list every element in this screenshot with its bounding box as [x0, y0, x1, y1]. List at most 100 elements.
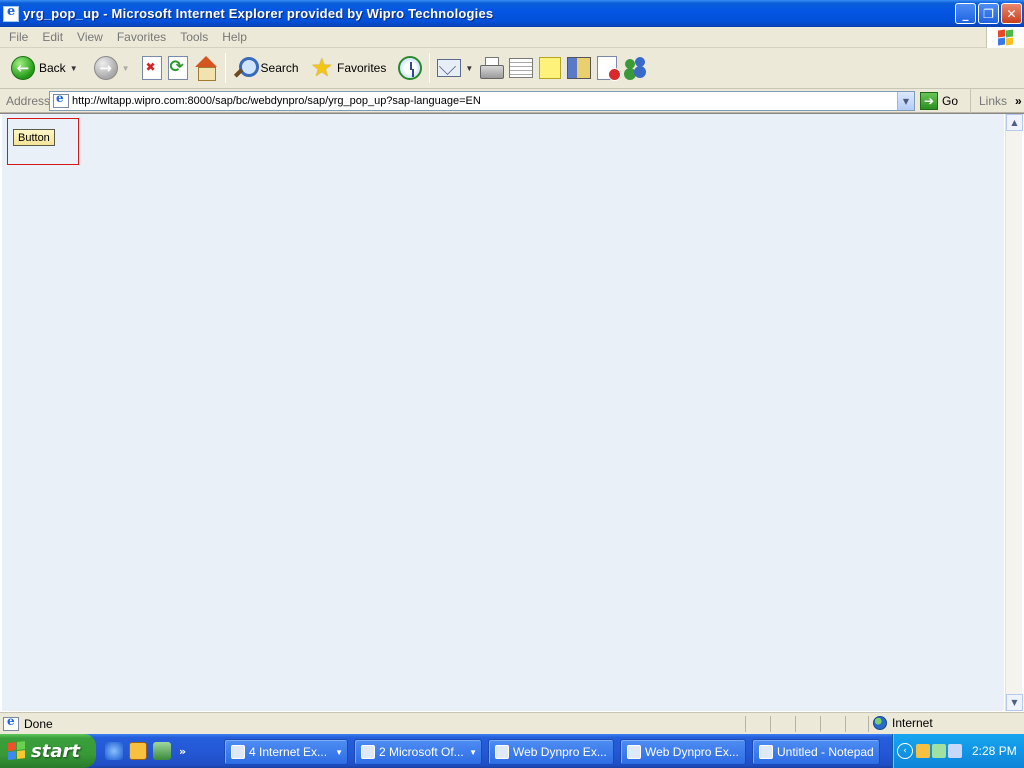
status-text: Done [24, 716, 53, 731]
scroll-up-icon[interactable]: ▲ [1006, 114, 1023, 131]
favorites-button[interactable]: ★ Favorites [308, 51, 390, 85]
clock-app-icon[interactable] [129, 742, 147, 760]
task-notepad[interactable]: Untitled - Notepad [752, 739, 880, 765]
go-arrow-icon: ➔ [920, 92, 938, 110]
task-internet-explorer[interactable]: 4 Internet Ex... ▼ [224, 739, 348, 765]
links-toolbar[interactable]: Links » [970, 89, 1022, 113]
display-tray-icon[interactable] [948, 744, 962, 758]
web-page: Button [2, 114, 1004, 711]
history-icon [398, 56, 423, 80]
minimize-button[interactable]: _ [955, 3, 976, 24]
history-button[interactable] [395, 51, 425, 85]
status-divider [845, 716, 846, 732]
edit-page-button[interactable] [506, 51, 536, 85]
menu-tools[interactable]: Tools [173, 30, 215, 44]
address-url[interactable]: http://wltapp.wipro.com:8000/sap/bc/webd… [72, 95, 481, 107]
menu-view[interactable]: View [70, 30, 110, 44]
window-controls: _ ❐ ✕ [955, 3, 1022, 24]
messenger-button[interactable] [620, 51, 652, 85]
links-label: Links [979, 94, 1008, 108]
menu-help[interactable]: Help [215, 30, 254, 44]
block-page-icon [597, 56, 622, 81]
address-bar: Address http://wltapp.wipro.com:8000/sap… [0, 89, 1024, 113]
taskbar-clock[interactable]: 2:28 PM [972, 744, 1017, 758]
task-dropdown-icon: ▼ [335, 747, 343, 757]
task-web-dynpro-1[interactable]: Web Dynpro Ex... [488, 739, 614, 765]
address-dropdown-icon[interactable]: ▼ [897, 92, 914, 110]
stop-button[interactable] [139, 51, 165, 85]
security-zone: Internet [873, 716, 933, 730]
task-label: Web Dynpro Ex... [645, 745, 739, 759]
window-task-icon [627, 745, 641, 759]
window-task-icon [495, 745, 509, 759]
quicklaunch-more-icon[interactable]: » [179, 745, 186, 758]
favorites-label: Favorites [336, 61, 387, 75]
status-divider [795, 716, 796, 732]
vertical-scrollbar[interactable]: ▲ ▼ [1005, 114, 1023, 711]
quick-launch: » [105, 742, 186, 760]
address-input[interactable]: http://wltapp.wipro.com:8000/sap/bc/webd… [49, 91, 915, 111]
system-tray: ‹ 2:28 PM [892, 734, 1024, 768]
back-dropdown-icon[interactable]: ▼ [70, 64, 78, 73]
scroll-down-icon[interactable]: ▼ [1006, 694, 1023, 711]
go-label: Go [942, 94, 959, 108]
menu-edit[interactable]: Edit [35, 30, 70, 44]
clock-tray-icon[interactable] [916, 744, 930, 758]
task-dropdown-icon: ▼ [469, 747, 477, 757]
search-icon [233, 56, 259, 80]
mail-dropdown-icon[interactable]: ▼ [465, 64, 473, 73]
favorites-star-icon: ★ [310, 54, 333, 82]
print-button[interactable] [476, 51, 506, 85]
task-label: 4 Internet Ex... [249, 745, 328, 759]
status-page-icon [3, 714, 19, 731]
ie-quicklaunch-icon[interactable] [105, 742, 123, 760]
menu-favorites[interactable]: Favorites [110, 30, 173, 44]
refresh-icon [167, 56, 188, 80]
messenger-icon [623, 57, 649, 79]
mail-icon [437, 59, 462, 77]
links-chevron-icon[interactable]: » [1015, 94, 1022, 108]
search-button[interactable]: Search [230, 51, 302, 85]
task-microsoft-office[interactable]: 2 Microsoft Of... ▼ [354, 739, 482, 765]
window-title: yrg_pop_up - Microsoft Internet Explorer… [23, 6, 494, 21]
task-label: Web Dynpro Ex... [513, 745, 607, 759]
page-icon [53, 91, 69, 108]
notepad-task-icon [759, 745, 773, 759]
tray-expand-icon[interactable]: ‹ [897, 743, 913, 759]
app-quicklaunch-icon[interactable] [153, 742, 171, 760]
notes-button[interactable] [536, 51, 564, 85]
refresh-button[interactable] [165, 51, 191, 85]
start-button[interactable]: start [0, 734, 96, 768]
home-icon [194, 56, 218, 81]
print-icon [479, 57, 505, 79]
title-bar: yrg_pop_up - Microsoft Internet Explorer… [0, 0, 1024, 27]
go-button[interactable]: ➔ Go [920, 92, 958, 110]
mail-button[interactable]: ▼ [434, 51, 476, 85]
toolbar-separator [429, 53, 431, 83]
close-button[interactable]: ✕ [1001, 3, 1022, 24]
task-label: Untitled - Notepad [777, 745, 874, 759]
note-icon [539, 57, 562, 79]
windows-flag-icon [8, 741, 26, 761]
menu-bar: File Edit View Favorites Tools Help [0, 27, 1024, 48]
forward-button[interactable]: → ▼ [91, 51, 133, 85]
status-divider [868, 716, 869, 732]
network-tray-icon[interactable] [932, 744, 946, 758]
zone-label: Internet [892, 716, 933, 730]
stop-icon [141, 56, 162, 80]
windows-logo-icon [986, 27, 1024, 48]
status-divider [745, 716, 746, 732]
globe-icon [873, 716, 887, 730]
task-web-dynpro-2[interactable]: Web Dynpro Ex... [620, 739, 746, 765]
edit-icon [509, 58, 534, 78]
forward-dropdown-icon[interactable]: ▼ [122, 64, 130, 73]
home-button[interactable] [191, 51, 221, 85]
toolbar-separator [224, 53, 226, 83]
block-button[interactable] [594, 51, 622, 85]
forward-arrow-icon: → [93, 56, 118, 80]
sap-button[interactable]: Button [13, 129, 55, 146]
maximize-button[interactable]: ❐ [978, 3, 999, 24]
research-button[interactable] [564, 51, 594, 85]
menu-file[interactable]: File [0, 30, 35, 44]
back-button[interactable]: ← Back ▼ [8, 51, 81, 85]
